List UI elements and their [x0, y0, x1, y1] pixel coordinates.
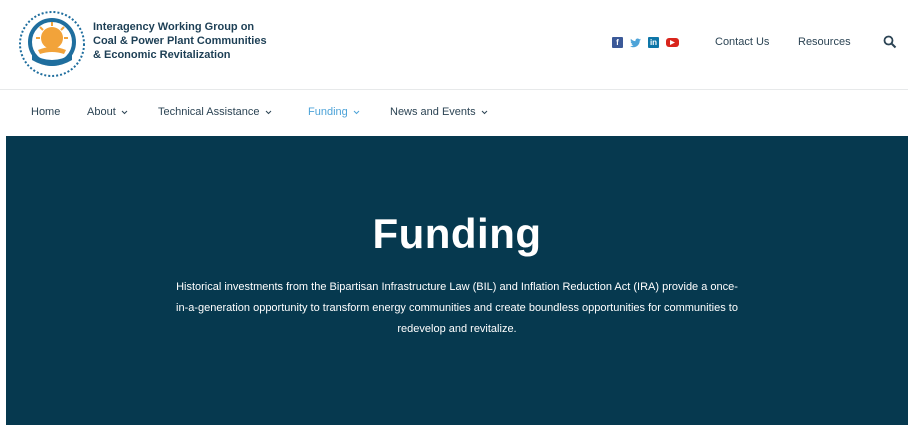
- social-links: f in: [612, 37, 679, 48]
- chevron-down-icon: [121, 110, 128, 114]
- page-title: Funding: [372, 210, 542, 257]
- nav-item-news-and-events[interactable]: News and Events: [390, 106, 488, 118]
- nav-item-label: About: [87, 106, 116, 118]
- hero-description: Historical investments from the Bipartis…: [176, 281, 738, 335]
- org-name[interactable]: Interagency Working Group on Coal & Powe…: [93, 20, 293, 62]
- chevron-down-icon: [481, 110, 487, 114]
- chevron-down-icon: [265, 110, 271, 114]
- org-logo[interactable]: [18, 10, 86, 78]
- contact-us-link[interactable]: Contact Us: [715, 36, 769, 48]
- nav-item-home[interactable]: Home: [31, 106, 60, 118]
- nav-item-label: Funding: [308, 106, 348, 118]
- youtube-icon[interactable]: [666, 38, 679, 47]
- chevron-down-icon: [353, 110, 360, 114]
- org-name-line: Interagency Working Group on: [93, 21, 255, 33]
- search-icon[interactable]: [883, 35, 897, 49]
- nav-item-label: Home: [31, 106, 61, 118]
- facebook-icon[interactable]: f: [612, 37, 623, 48]
- nav-item-about[interactable]: About: [87, 106, 128, 118]
- site-header: Interagency Working Group on Coal & Powe…: [0, 0, 908, 88]
- hero-banner: Funding Historical investments from the …: [6, 136, 908, 425]
- main-nav: Home About Technical Assistance Funding …: [0, 90, 908, 136]
- nav-item-label: Technical Assistance: [158, 106, 260, 118]
- nav-item-technical-assistance[interactable]: Technical Assistance: [158, 106, 272, 118]
- nav-item-funding[interactable]: Funding: [308, 106, 360, 118]
- org-name-line: & Economic Revitalization: [93, 49, 231, 61]
- resources-link[interactable]: Resources: [798, 36, 851, 48]
- linkedin-icon[interactable]: in: [648, 37, 659, 48]
- org-name-line: Coal & Power Plant Communities: [93, 35, 267, 47]
- nav-item-label: News and Events: [390, 106, 476, 118]
- twitter-icon[interactable]: [630, 37, 641, 48]
